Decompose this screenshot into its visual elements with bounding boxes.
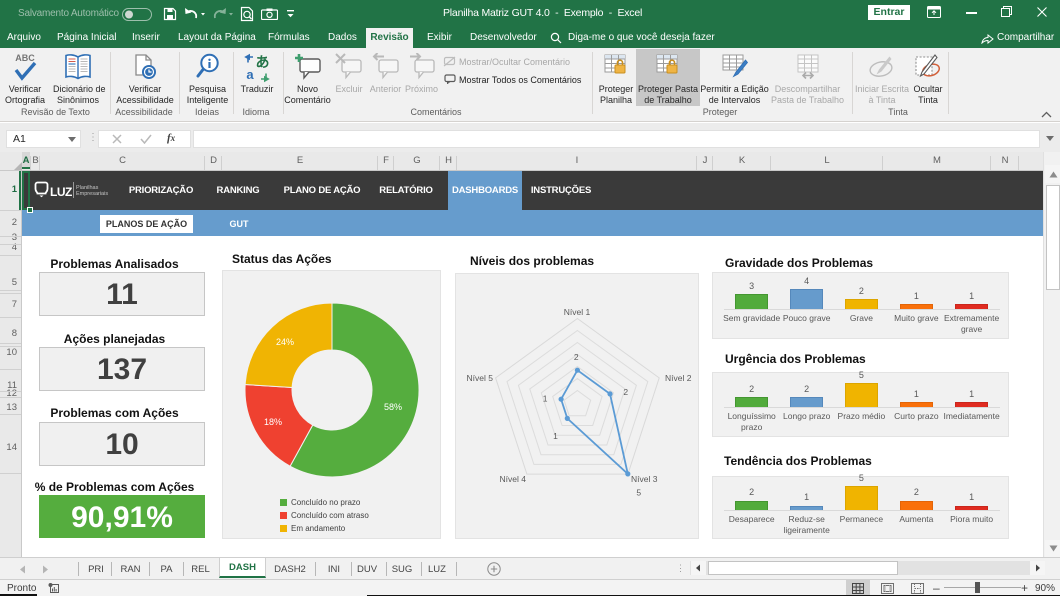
svg-text:24%: 24% [276,337,294,347]
svg-text:5: 5 [636,488,641,498]
svg-text:2: 2 [623,387,628,397]
svg-text:1: 1 [553,431,558,441]
svg-text:Nível 2: Nível 2 [665,373,692,383]
svg-text:18%: 18% [264,417,282,427]
svg-text:Nível 1: Nível 1 [564,307,591,317]
svg-text:a: a [246,67,254,82]
svg-text:Nível 5: Nível 5 [467,373,494,383]
svg-text:Nível 3: Nível 3 [631,474,658,484]
svg-text:ABC: ABC [15,53,35,63]
svg-text:Nível 4: Nível 4 [500,474,527,484]
svg-text:2: 2 [574,352,579,362]
svg-text:1: 1 [543,394,548,404]
svg-text:58%: 58% [384,402,402,412]
svg-text:あ: あ [256,54,270,70]
